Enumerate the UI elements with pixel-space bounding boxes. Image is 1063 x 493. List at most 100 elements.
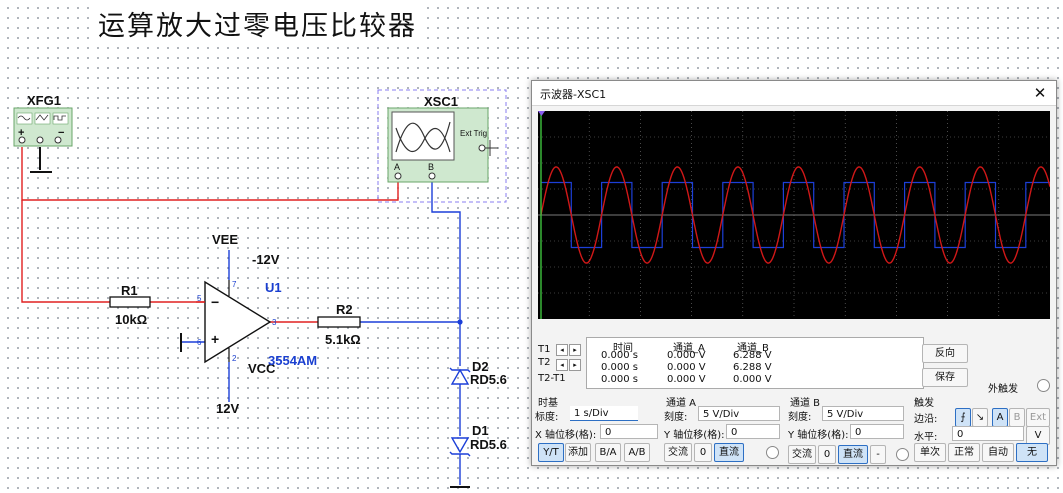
opamp-pin2: 2 <box>232 354 237 363</box>
r1-value: 10kΩ <box>115 312 148 327</box>
xsc1-label: XSC1 <box>424 94 458 109</box>
xfg1-label: XFG1 <box>27 93 61 108</box>
d1-label: D1 <box>472 423 489 438</box>
vcc-value: 12V <box>216 401 240 416</box>
trigger-none-button[interactable]: 无 <box>1016 443 1048 462</box>
row-label-t2: T2 <box>538 357 551 368</box>
resistor-r1[interactable] <box>109 296 151 308</box>
ext-trig-label: Ext Trig <box>460 129 488 138</box>
row-label-t2t1: T2-T1 <box>538 373 566 384</box>
opamp-pin7: 7 <box>232 280 237 289</box>
t1-b: 6.288 V <box>733 350 772 361</box>
channel-a-zero-button[interactable]: 0 <box>694 443 712 462</box>
timebase-header: 时基 <box>538 398 558 409</box>
timebase-xpos-label: X 轴位移(格): <box>535 430 597 441</box>
channel-b-radio[interactable] <box>896 448 909 461</box>
channel-b-zero-button[interactable]: 0 <box>818 445 836 464</box>
u1-label: U1 <box>265 280 282 295</box>
wire-scope-b <box>431 182 461 366</box>
zener-diode-d2[interactable] <box>449 367 471 385</box>
window-titlebar[interactable]: 示波器-XSC1 ✕ <box>532 81 1056 106</box>
wire-gen-to-r1 <box>21 200 110 303</box>
reverse-button[interactable]: 反向 <box>922 344 968 363</box>
channel-a-ac-button[interactable]: 交流 <box>664 443 692 462</box>
opamp-pin5: 5 <box>197 294 202 303</box>
oscilloscope-window[interactable]: 示波器-XSC1 ✕ T1 T2 T2-T1 ◂ ▸ ◂ ▸ 时间 通道_A 通… <box>531 80 1057 466</box>
channel-b-scale-input[interactable]: 5 V/Div <box>822 406 904 421</box>
channel-b-minus-button[interactable]: - <box>870 445 886 464</box>
ext-trigger-label: 外触发 <box>988 384 1018 395</box>
save-button[interactable]: 保存 <box>922 368 968 387</box>
t2t1-time: 0.000 s <box>601 374 639 385</box>
zener-diode-d1[interactable] <box>449 437 471 457</box>
trigger-level-input[interactable]: 0 <box>952 426 1024 441</box>
channel-b-ac-button[interactable]: 交流 <box>788 445 816 464</box>
mode-ba-button[interactable]: B/A <box>595 443 621 462</box>
mode-ab-button[interactable]: A/B <box>624 443 650 462</box>
scope-display[interactable] <box>538 111 1050 319</box>
readout-panel: 时间 通道_A 通道_B 0.000 s 0.000 V 6.288 V 0.0… <box>586 337 924 389</box>
trigger-source-b-button[interactable]: B <box>1009 408 1025 427</box>
trigger-source-ext-button[interactable]: Ext <box>1026 408 1050 427</box>
t1-right-arrow[interactable]: ▸ <box>569 344 581 356</box>
channel-b-ypos-label: Y 轴位移(格): <box>788 430 849 441</box>
trigger-falling-edge-button[interactable]: ↘ <box>972 408 988 427</box>
ext-trigger-radio[interactable] <box>1037 379 1050 392</box>
t2-b: 6.288 V <box>733 362 772 373</box>
t1-left-arrow[interactable]: ◂ <box>556 344 568 356</box>
mode-add-button[interactable]: 添加 <box>565 443 591 462</box>
r2-label: R2 <box>336 302 353 317</box>
channel-a-scale-label: 刻度: <box>664 412 688 423</box>
vee-value: -12V <box>252 252 280 267</box>
timebase-scale-input[interactable]: 1 s/Div <box>570 406 638 421</box>
t1-a: 0.000 V <box>667 350 706 361</box>
trigger-level-label: 水平: <box>914 432 938 443</box>
t2-time: 0.000 s <box>601 362 639 373</box>
vee-label: VEE <box>212 232 239 247</box>
trigger-edge-label: 边沿: <box>914 414 938 425</box>
close-icon[interactable]: ✕ <box>1029 83 1051 103</box>
d2-part: RD5.6 <box>470 372 507 387</box>
trigger-header: 触发 <box>914 398 934 409</box>
channel-a-ypos-label: Y 轴位移(格): <box>664 430 725 441</box>
t2t1-a: 0.000 V <box>667 374 706 385</box>
r1-label: R1 <box>121 283 138 298</box>
xfg1-plus-label: + <box>18 127 25 139</box>
trigger-source-a-button[interactable]: A <box>992 408 1008 427</box>
channel-a-header: 通道 A <box>666 398 697 409</box>
t2-a: 0.000 V <box>667 362 706 373</box>
resistor-r2[interactable] <box>317 316 361 328</box>
opamp-pin3: 3 <box>272 318 277 327</box>
op-amp-u1[interactable] <box>196 280 272 364</box>
scope-ch-b-label: B <box>428 162 435 172</box>
mode-yt-button[interactable]: Y/T <box>538 443 564 462</box>
trigger-rising-edge-button[interactable]: ⨍ <box>955 408 971 427</box>
trigger-auto-button[interactable]: 自动 <box>982 443 1014 462</box>
trigger-normal-button[interactable]: 正常 <box>948 443 980 462</box>
scope-ch-a-label: A <box>394 162 401 172</box>
t1-time: 0.000 s <box>601 350 639 361</box>
channel-b-dc-button[interactable]: 直流 <box>838 445 868 464</box>
channel-a-dc-button[interactable]: 直流 <box>714 443 744 462</box>
junction-dot <box>457 319 463 325</box>
channel-a-radio[interactable] <box>766 446 779 459</box>
opamp-plus-sign: + <box>211 331 220 347</box>
channel-b-header: 通道 B <box>790 398 821 409</box>
channel-b-scale-label: 刻度: <box>788 412 812 423</box>
channel-b-ypos-input[interactable]: 0 <box>850 424 904 439</box>
t2-left-arrow[interactable]: ◂ <box>556 359 568 371</box>
t2-right-arrow[interactable]: ▸ <box>569 359 581 371</box>
channel-a-scale-input[interactable]: 5 V/Div <box>698 406 780 421</box>
u1-part: 3554AM <box>268 353 318 368</box>
trigger-single-button[interactable]: 单次 <box>914 443 946 462</box>
channel-a-ypos-input[interactable]: 0 <box>726 424 780 439</box>
wire-gen-to-scope-a <box>21 147 399 201</box>
timebase-scale-label: 标度: <box>535 412 559 423</box>
r2-value: 5.1kΩ <box>325 332 361 347</box>
oscilloscope-symbol[interactable] <box>387 107 498 183</box>
row-label-t1: T1 <box>538 344 551 355</box>
opamp-pin6: 6 <box>197 338 202 347</box>
xfg1-minus-label: − <box>58 127 65 139</box>
timebase-xpos-input[interactable]: 0 <box>600 424 658 439</box>
t2t1-b: 0.000 V <box>733 374 772 385</box>
